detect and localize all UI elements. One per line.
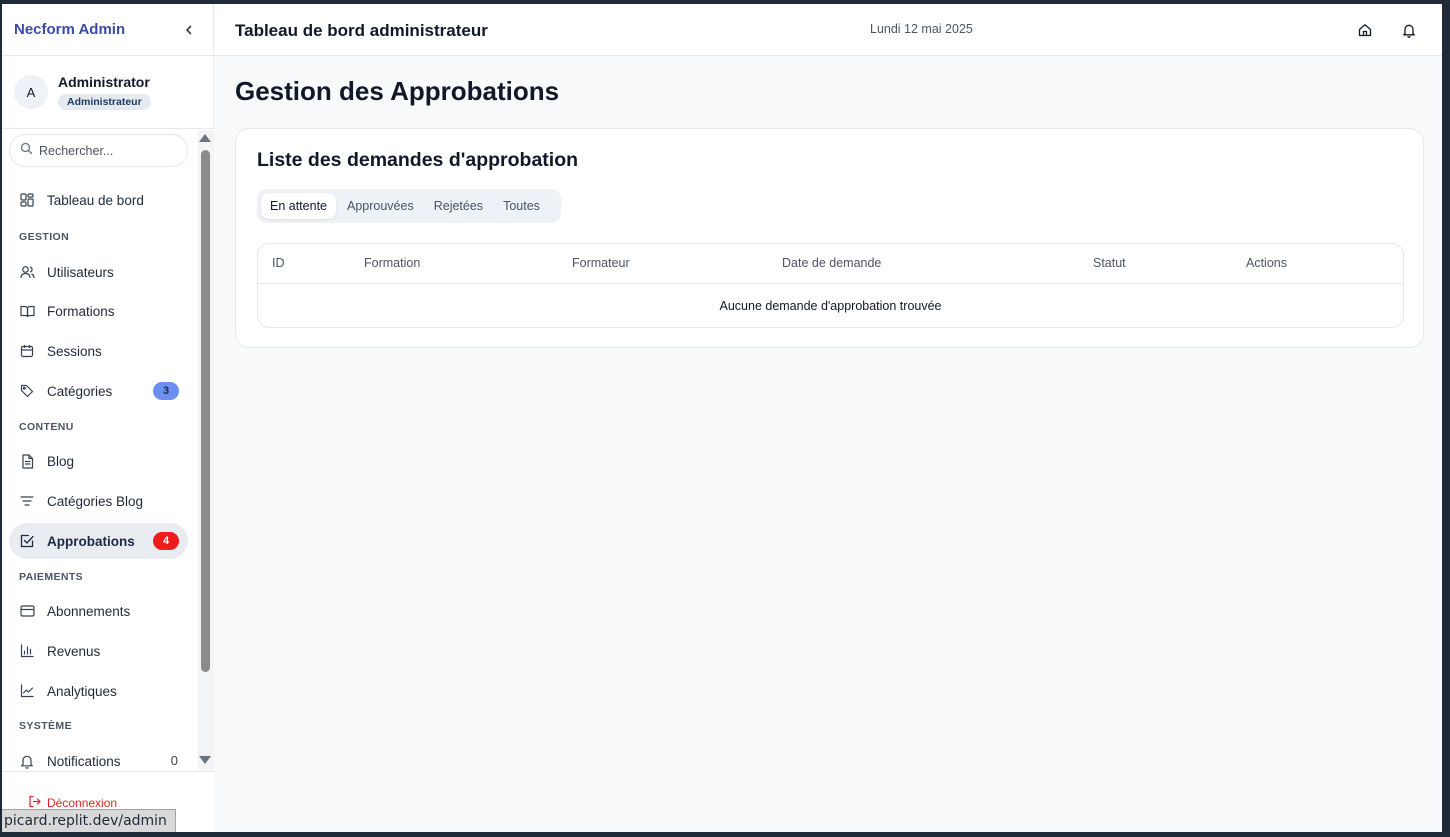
column-header-formation: Formation (364, 256, 421, 270)
scrollbar-thumb[interactable] (201, 150, 210, 672)
column-header-actions: Actions (1246, 256, 1287, 270)
avatar: A (14, 75, 48, 109)
bell-icon[interactable] (1399, 20, 1419, 40)
header-date: Lundi 12 mai 2025 (870, 22, 973, 36)
empty-state-message: Aucune demande d'approbation trouvée (719, 299, 942, 313)
search-input[interactable] (39, 143, 179, 158)
chevron-left-icon[interactable] (179, 20, 199, 40)
tab-en-attente[interactable]: En attente (261, 193, 336, 219)
tab-approuvees[interactable]: Approuvées (338, 193, 423, 219)
role-badge: Administrateur (58, 94, 151, 110)
users-icon (19, 264, 35, 280)
book-open-icon (19, 303, 35, 319)
section-label-systeme: SYSTÈME (19, 720, 72, 732)
home-icon[interactable] (1355, 20, 1375, 40)
column-header-date: Date de demande (782, 256, 882, 270)
table-header: ID Formation Formateur Date de demande S… (258, 244, 1403, 284)
sidebar-item-label: Utilisateurs (47, 264, 114, 280)
sidebar-item-label: Blog (47, 453, 75, 469)
approvals-table: ID Formation Formateur Date de demande S… (257, 243, 1404, 328)
approvals-card: Liste des demandes d'approbation En atte… (235, 128, 1424, 348)
sidebar-item-blog[interactable]: Blog (9, 443, 188, 479)
section-label-paiements: PAIEMENTS (19, 571, 84, 583)
sidebar-item-label: Sessions (47, 343, 102, 359)
sidebar-item-categories-blog[interactable]: Catégories Blog (9, 483, 188, 519)
sidebar-item-notifications[interactable]: Notifications 0 (9, 743, 188, 770)
section-label-gestion: GESTION (19, 231, 70, 243)
brand-logo-text: Necform Admin (14, 21, 126, 38)
sidebar-item-label: Approbations (47, 533, 135, 549)
check-square-icon (19, 533, 35, 549)
credit-card-icon (19, 603, 35, 619)
top-bar: Tableau de bord administrateur Lundi 12 … (214, 4, 1442, 56)
line-chart-icon (19, 683, 35, 699)
search-icon (20, 142, 33, 160)
sidebar-item-label: Formations (47, 303, 115, 319)
column-header-id: ID (272, 256, 285, 270)
scroll-down-arrow-icon[interactable] (199, 756, 211, 764)
filter-lines-icon (19, 493, 35, 509)
calendar-icon (19, 343, 35, 359)
user-name: Administrator (58, 74, 150, 90)
sidebar-item-abonnements[interactable]: Abonnements (9, 593, 188, 629)
sidebar-item-approbations[interactable]: Approbations 4 (9, 523, 188, 559)
bell-icon (19, 753, 35, 769)
card-title: Liste des demandes d'approbation (257, 149, 579, 171)
logout-label: Déconnexion (47, 796, 118, 810)
sidebar-item-label: Abonnements (47, 603, 131, 619)
sidebar-item-label: Notifications (47, 753, 121, 769)
status-tabs: En attente Approuvées Rejetées Toutes (257, 189, 561, 223)
sidebar-item-label: Catégories Blog (47, 493, 144, 509)
notification-count: 0 (170, 753, 178, 768)
page-title: Gestion des Approbations (235, 76, 560, 106)
sidebar-item-label: Analytiques (47, 683, 117, 699)
header-title: Tableau de bord administrateur (235, 21, 488, 40)
tag-icon (19, 383, 35, 399)
app-window: Necform Admin A Administrator Administra… (2, 4, 1442, 832)
section-label-contenu: CONTENU (19, 421, 74, 433)
sidebar-header: Necform Admin (2, 4, 213, 56)
sidebar-item-label: Tableau de bord (47, 192, 144, 208)
sidebar: Necform Admin A Administrator Administra… (2, 4, 214, 832)
sidebar-item-revenus[interactable]: Revenus (9, 633, 188, 669)
column-header-statut: Statut (1093, 256, 1126, 270)
sidebar-item-label: Revenus (47, 643, 101, 659)
sidebar-item-categories[interactable]: Catégories 3 (9, 373, 188, 409)
file-text-icon (19, 453, 35, 469)
sidebar-item-utilisateurs[interactable]: Utilisateurs (9, 254, 188, 290)
column-header-formateur: Formateur (572, 256, 630, 270)
status-bar-url: picard.replit.dev/admin (2, 809, 176, 832)
dashboard-grid-icon (19, 192, 35, 208)
sidebar-nav: Tableau de bord GESTION Utilisateurs For… (2, 130, 214, 770)
sidebar-item-sessions[interactable]: Sessions (9, 333, 188, 369)
count-badge: 4 (153, 532, 179, 550)
user-profile: A Administrator Administrateur (2, 56, 213, 129)
count-badge: 3 (153, 382, 179, 400)
bar-chart-icon (19, 643, 35, 659)
scroll-up-arrow-icon[interactable] (199, 134, 211, 142)
sidebar-item-analytiques[interactable]: Analytiques (9, 673, 188, 709)
sidebar-item-label: Catégories (47, 383, 113, 399)
tab-toutes[interactable]: Toutes (494, 193, 549, 219)
sidebar-search (9, 134, 188, 167)
sidebar-item-dashboard[interactable]: Tableau de bord (9, 182, 188, 218)
tab-rejetees[interactable]: Rejetées (425, 193, 492, 219)
sidebar-scrollbar[interactable] (198, 130, 214, 770)
sidebar-item-formations[interactable]: Formations (9, 293, 188, 329)
